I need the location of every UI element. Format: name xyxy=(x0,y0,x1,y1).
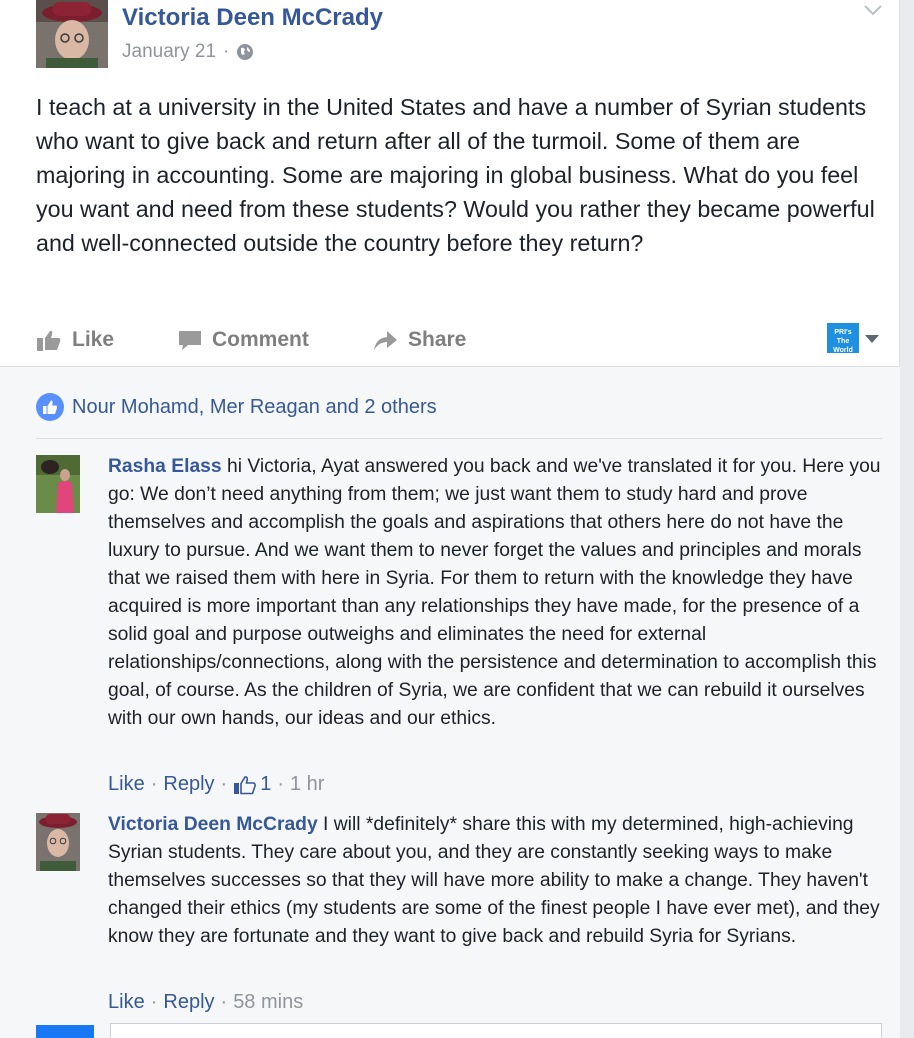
share-arrow-icon xyxy=(374,331,397,350)
post-meta: January 21 · xyxy=(122,41,254,63)
comment-label: Comment xyxy=(212,328,309,351)
current-user-avatar xyxy=(36,1025,94,1038)
comment-text: hi Victoria, Ayat answered you back and … xyxy=(108,456,881,729)
post-action-bar: Like Comment Share PRI's The World xyxy=(0,318,900,368)
caret-down-icon[interactable] xyxy=(865,335,879,343)
separator: · xyxy=(277,773,284,795)
thumbs-up-icon xyxy=(37,330,61,351)
comment-actions: Like · Reply · 1 · 1 hr xyxy=(108,773,324,796)
thumbs-up-outline-icon xyxy=(234,775,257,794)
comment-timestamp[interactable]: 1 hr xyxy=(290,773,324,796)
like-button[interactable]: Like xyxy=(36,328,114,352)
chevron-down-icon[interactable] xyxy=(862,2,884,18)
comment-reply-link[interactable]: Reply xyxy=(163,773,214,796)
comment-like-link[interactable]: Like xyxy=(108,991,145,1014)
commenter-avatar[interactable] xyxy=(36,813,80,871)
separator: · xyxy=(220,773,228,795)
commenter-name[interactable]: Victoria Deen McCrady xyxy=(108,814,318,835)
page-avatar-badge[interactable]: PRI's The World xyxy=(827,323,859,354)
post-date[interactable]: January 21 xyxy=(122,41,216,63)
post-card: Victoria Deen McCrady January 21 · I tea… xyxy=(0,0,900,1038)
divider xyxy=(36,438,882,439)
speech-bubble-icon xyxy=(179,331,201,350)
badge-line-2: The World xyxy=(833,338,853,354)
separator: · xyxy=(150,773,158,795)
share-button[interactable]: Share xyxy=(372,328,466,352)
reaction-names: Nour Mohamd, Mer Reagan and 2 others xyxy=(72,395,437,418)
comment-button[interactable]: Comment xyxy=(178,328,309,352)
like-count-value: 1 xyxy=(260,773,272,795)
separator: · xyxy=(150,991,158,1013)
like-label: Like xyxy=(72,328,115,351)
comment-body: Rasha Elass hi Victoria, Ayat answered y… xyxy=(108,453,884,733)
reaction-summary[interactable]: Nour Mohamd, Mer Reagan and 2 others xyxy=(36,393,437,421)
share-label: Share xyxy=(408,328,467,351)
write-comment-input[interactable] xyxy=(110,1023,882,1038)
comment-section: Nour Mohamd, Mer Reagan and 2 others Ras… xyxy=(0,366,900,1038)
commenter-name[interactable]: Rasha Elass xyxy=(108,456,222,477)
meta-separator: · xyxy=(223,41,230,62)
separator: · xyxy=(220,991,228,1013)
commenter-avatar[interactable] xyxy=(36,455,80,513)
comment-reply-link[interactable]: Reply xyxy=(163,991,214,1014)
globe-icon[interactable] xyxy=(236,43,254,61)
comment-actions: Like · Reply · 58 mins xyxy=(108,991,303,1014)
badge-line-1: PRI's xyxy=(834,329,852,336)
post-text: I teach at a university in the United St… xyxy=(36,94,875,256)
like-reaction-icon xyxy=(36,393,64,421)
comment-like-count[interactable]: 1 xyxy=(233,773,271,796)
comment-like-link[interactable]: Like xyxy=(108,773,145,796)
comment-timestamp[interactable]: 58 mins xyxy=(233,991,303,1014)
post-header: Victoria Deen McCrady January 21 · xyxy=(0,0,900,80)
author-avatar[interactable] xyxy=(36,0,108,68)
comment-body: Victoria Deen McCrady I will *definitely… xyxy=(108,811,884,951)
post-author-name[interactable]: Victoria Deen McCrady xyxy=(122,4,383,32)
